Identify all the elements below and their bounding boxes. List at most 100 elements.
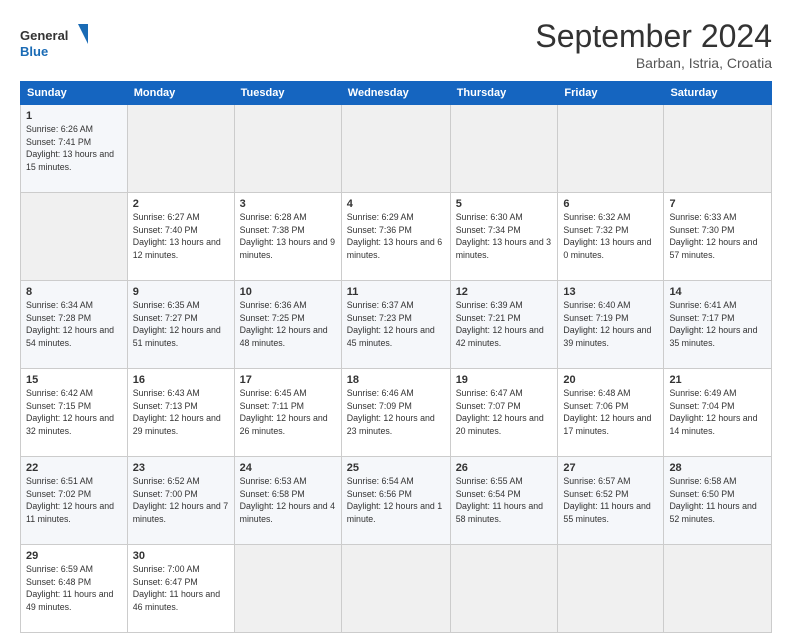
day-number: 30 [133,549,229,564]
calendar-cell [21,193,128,281]
day-info: Sunrise: 6:46 AMSunset: 7:09 PMDaylight:… [347,388,435,436]
day-number: 22 [26,461,122,476]
day-info: Sunrise: 6:35 AMSunset: 7:27 PMDaylight:… [133,300,221,348]
calendar-cell: 2Sunrise: 6:27 AMSunset: 7:40 PMDaylight… [127,193,234,281]
day-number: 8 [26,285,122,300]
svg-text:Blue: Blue [20,44,48,59]
calendar-cell: 5Sunrise: 6:30 AMSunset: 7:34 PMDaylight… [450,193,558,281]
calendar-cell [558,545,664,633]
day-info: Sunrise: 6:32 AMSunset: 7:32 PMDaylight:… [563,212,651,260]
calendar-cell: 19Sunrise: 6:47 AMSunset: 7:07 PMDayligh… [450,369,558,457]
month-title: September 2024 [535,18,772,55]
day-number: 23 [133,461,229,476]
day-info: Sunrise: 6:58 AMSunset: 6:50 PMDaylight:… [669,476,756,524]
calendar-cell: 15Sunrise: 6:42 AMSunset: 7:15 PMDayligh… [21,369,128,457]
calendar-cell: 16Sunrise: 6:43 AMSunset: 7:13 PMDayligh… [127,369,234,457]
calendar-cell: 17Sunrise: 6:45 AMSunset: 7:11 PMDayligh… [234,369,341,457]
calendar-cell [341,545,450,633]
calendar-cell: 24Sunrise: 6:53 AMSunset: 6:58 PMDayligh… [234,457,341,545]
day-info: Sunrise: 6:59 AMSunset: 6:48 PMDaylight:… [26,564,113,612]
day-number: 2 [133,197,229,212]
day-info: Sunrise: 6:33 AMSunset: 7:30 PMDaylight:… [669,212,757,260]
day-number: 29 [26,549,122,564]
dow-header-saturday: Saturday [664,82,772,105]
general-blue-logo: General Blue [20,22,90,66]
day-number: 14 [669,285,766,300]
day-info: Sunrise: 6:53 AMSunset: 6:58 PMDaylight:… [240,476,335,524]
calendar-cell: 23Sunrise: 6:52 AMSunset: 7:00 PMDayligh… [127,457,234,545]
day-number: 16 [133,373,229,388]
day-number: 15 [26,373,122,388]
calendar-cell [234,105,341,193]
svg-text:General: General [20,28,68,43]
day-info: Sunrise: 6:49 AMSunset: 7:04 PMDaylight:… [669,388,757,436]
day-number: 12 [456,285,553,300]
day-number: 11 [347,285,445,300]
day-number: 20 [563,373,658,388]
location-subtitle: Barban, Istria, Croatia [535,55,772,71]
calendar-cell: 22Sunrise: 6:51 AMSunset: 7:02 PMDayligh… [21,457,128,545]
day-number: 25 [347,461,445,476]
calendar-cell: 26Sunrise: 6:55 AMSunset: 6:54 PMDayligh… [450,457,558,545]
calendar-cell: 28Sunrise: 6:58 AMSunset: 6:50 PMDayligh… [664,457,772,545]
day-info: Sunrise: 6:57 AMSunset: 6:52 PMDaylight:… [563,476,650,524]
day-info: Sunrise: 6:34 AMSunset: 7:28 PMDaylight:… [26,300,114,348]
day-number: 3 [240,197,336,212]
calendar-cell: 11Sunrise: 6:37 AMSunset: 7:23 PMDayligh… [341,281,450,369]
day-number: 19 [456,373,553,388]
day-info: Sunrise: 6:55 AMSunset: 6:54 PMDaylight:… [456,476,543,524]
dow-header-thursday: Thursday [450,82,558,105]
day-number: 6 [563,197,658,212]
day-info: Sunrise: 6:37 AMSunset: 7:23 PMDaylight:… [347,300,435,348]
day-number: 26 [456,461,553,476]
day-info: Sunrise: 6:40 AMSunset: 7:19 PMDaylight:… [563,300,651,348]
day-number: 4 [347,197,445,212]
dow-header-tuesday: Tuesday [234,82,341,105]
day-info: Sunrise: 6:29 AMSunset: 7:36 PMDaylight:… [347,212,442,260]
day-number: 9 [133,285,229,300]
calendar-cell [558,105,664,193]
dow-header-sunday: Sunday [21,82,128,105]
calendar-cell: 13Sunrise: 6:40 AMSunset: 7:19 PMDayligh… [558,281,664,369]
day-info: Sunrise: 6:52 AMSunset: 7:00 PMDaylight:… [133,476,228,524]
calendar-table: SundayMondayTuesdayWednesdayThursdayFrid… [20,81,772,633]
day-number: 24 [240,461,336,476]
day-number: 1 [26,109,122,124]
calendar-cell [664,545,772,633]
calendar-cell: 14Sunrise: 6:41 AMSunset: 7:17 PMDayligh… [664,281,772,369]
calendar-cell: 1Sunrise: 6:26 AMSunset: 7:41 PMDaylight… [21,105,128,193]
calendar-cell: 10Sunrise: 6:36 AMSunset: 7:25 PMDayligh… [234,281,341,369]
day-info: Sunrise: 6:30 AMSunset: 7:34 PMDaylight:… [456,212,551,260]
calendar-cell: 20Sunrise: 6:48 AMSunset: 7:06 PMDayligh… [558,369,664,457]
day-number: 17 [240,373,336,388]
calendar-cell: 12Sunrise: 6:39 AMSunset: 7:21 PMDayligh… [450,281,558,369]
day-number: 5 [456,197,553,212]
calendar-cell: 18Sunrise: 6:46 AMSunset: 7:09 PMDayligh… [341,369,450,457]
day-info: Sunrise: 6:41 AMSunset: 7:17 PMDaylight:… [669,300,757,348]
calendar-cell: 29Sunrise: 6:59 AMSunset: 6:48 PMDayligh… [21,545,128,633]
calendar-cell [234,545,341,633]
day-number: 7 [669,197,766,212]
header: General Blue September 2024 Barban, Istr… [20,18,772,71]
calendar-cell: 9Sunrise: 6:35 AMSunset: 7:27 PMDaylight… [127,281,234,369]
day-number: 28 [669,461,766,476]
calendar-cell [127,105,234,193]
day-info: Sunrise: 6:26 AMSunset: 7:41 PMDaylight:… [26,124,114,172]
dow-header-monday: Monday [127,82,234,105]
calendar-cell [450,545,558,633]
calendar-cell: 21Sunrise: 6:49 AMSunset: 7:04 PMDayligh… [664,369,772,457]
day-info: Sunrise: 6:45 AMSunset: 7:11 PMDaylight:… [240,388,328,436]
day-info: Sunrise: 6:42 AMSunset: 7:15 PMDaylight:… [26,388,114,436]
calendar-cell: 25Sunrise: 6:54 AMSunset: 6:56 PMDayligh… [341,457,450,545]
day-number: 21 [669,373,766,388]
calendar-cell: 6Sunrise: 6:32 AMSunset: 7:32 PMDaylight… [558,193,664,281]
calendar-cell [450,105,558,193]
logo-area: General Blue [20,18,90,66]
day-info: Sunrise: 6:48 AMSunset: 7:06 PMDaylight:… [563,388,651,436]
day-info: Sunrise: 6:27 AMSunset: 7:40 PMDaylight:… [133,212,221,260]
day-info: Sunrise: 6:43 AMSunset: 7:13 PMDaylight:… [133,388,221,436]
day-info: Sunrise: 7:00 AMSunset: 6:47 PMDaylight:… [133,564,220,612]
day-info: Sunrise: 6:28 AMSunset: 7:38 PMDaylight:… [240,212,335,260]
day-number: 18 [347,373,445,388]
day-info: Sunrise: 6:36 AMSunset: 7:25 PMDaylight:… [240,300,328,348]
